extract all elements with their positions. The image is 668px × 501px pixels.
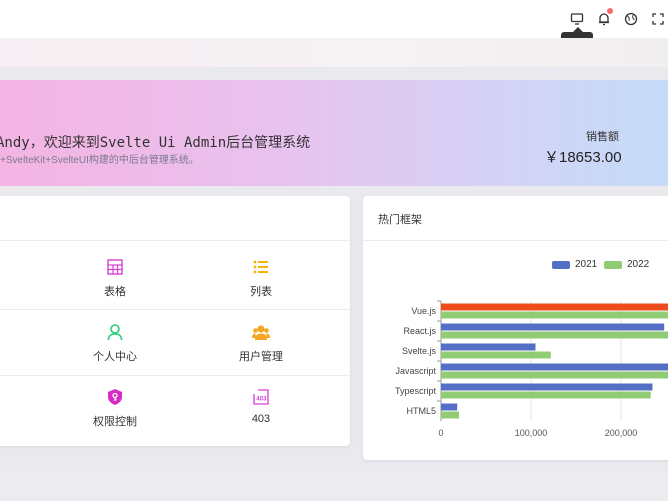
y-tick-label: HTML5 (406, 406, 436, 416)
bar-2022-vuejs (441, 311, 668, 319)
bar-2021-vuejs (441, 303, 668, 311)
y-tick-label: React.js (403, 326, 436, 336)
bar-2022-sveltejs (441, 351, 551, 359)
y-tick-label: Javascript (395, 366, 436, 376)
x-tick-label: 200,000 (605, 428, 638, 438)
bar-2021-typescript (441, 383, 653, 391)
bar-2021-javascript (441, 363, 668, 371)
bar-2021-sveltejs (441, 343, 536, 351)
hot-frameworks-chart: 0 100,000 200,000 Vue.js React.js Svelte.js Ja… (395, 300, 668, 438)
y-tick-label: Svelte.js (402, 346, 437, 356)
bar-2022-html5 (441, 411, 459, 419)
page-footer-strip (0, 471, 668, 501)
y-tick-label: Typescript (395, 386, 437, 396)
bar-2022-javascript (441, 371, 668, 379)
bar-2022-reactjs (441, 331, 668, 339)
y-tick-label: Vue.js (411, 306, 436, 316)
bar-2022-typescript (441, 391, 651, 399)
x-tick-label: 0 (438, 428, 443, 438)
x-tick-label: 100,000 (515, 428, 548, 438)
bar-2021-html5 (441, 403, 458, 411)
bar-2021-reactjs (441, 323, 665, 331)
